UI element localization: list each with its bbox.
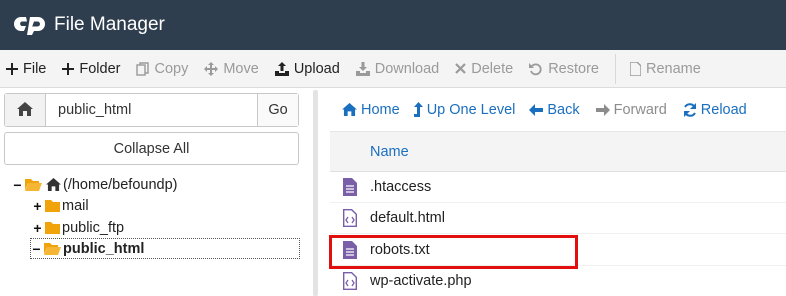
forward-button[interactable]: Forward — [595, 102, 667, 118]
folder-icon — [45, 199, 60, 212]
pane-splitter[interactable] — [308, 88, 322, 296]
app-title: File Manager — [54, 14, 165, 35]
level-up-icon — [413, 102, 423, 117]
directory-tree-pane: Go Collapse All − (/home/befoundp) + mai… — [0, 88, 308, 296]
expand-toggle-icon[interactable]: + — [32, 220, 43, 236]
toolbar-divider — [614, 53, 616, 84]
file-list-header: Name — [330, 132, 786, 172]
navigation-bar: Home Up One Level Back Forward Reload — [330, 88, 786, 132]
reload-button[interactable]: Reload — [683, 102, 747, 118]
arrow-right-icon — [595, 103, 610, 116]
tree-root[interactable]: − (/home/befoundp) — [12, 174, 177, 195]
home-icon — [46, 178, 61, 191]
collapse-all-button[interactable]: Collapse All — [4, 132, 299, 165]
download-button[interactable]: Download — [348, 50, 448, 88]
back-button[interactable]: Back — [529, 102, 580, 118]
tree-item-public-ftp[interactable]: + public_ftp — [32, 217, 124, 238]
collapse-toggle-icon[interactable]: − — [12, 177, 23, 193]
arrow-left-icon — [529, 103, 544, 116]
nav-home-button[interactable]: Home — [342, 102, 400, 118]
toolbar: File Folder Copy Move Upload Download De… — [0, 50, 786, 88]
rename-button[interactable]: Rename — [622, 50, 709, 88]
download-icon — [355, 61, 370, 76]
upload-button[interactable]: Upload — [267, 50, 348, 88]
restore-button[interactable]: Restore — [521, 50, 607, 88]
folder-open-icon — [44, 242, 61, 255]
refresh-icon — [683, 102, 697, 117]
title-bar: File Manager — [0, 0, 786, 50]
rename-file-icon — [629, 61, 641, 76]
new-folder-button[interactable]: Folder — [54, 50, 128, 88]
collapse-toggle-icon[interactable]: − — [31, 241, 42, 257]
highlight-box — [329, 235, 578, 269]
text-file-icon — [330, 178, 370, 196]
code-file-icon — [330, 209, 370, 227]
tree-item-mail[interactable]: + mail — [32, 195, 88, 216]
folder-icon — [45, 221, 60, 234]
upload-icon — [274, 61, 289, 76]
expand-toggle-icon[interactable]: + — [32, 198, 43, 214]
undo-icon — [529, 62, 543, 76]
path-input[interactable] — [46, 94, 257, 126]
home-icon — [342, 103, 357, 116]
code-file-icon — [330, 272, 370, 290]
x-icon — [455, 63, 467, 74]
up-one-level-button[interactable]: Up One Level — [413, 102, 515, 118]
new-file-button[interactable]: File — [0, 50, 54, 88]
home-icon — [17, 101, 33, 119]
folder-open-icon — [25, 178, 42, 191]
move-arrows-icon — [204, 61, 219, 76]
path-bar: Go — [4, 93, 299, 127]
home-directory-button[interactable] — [5, 94, 46, 126]
file-row-wp-activate-php[interactable]: wp-activate.php — [330, 266, 786, 296]
delete-button[interactable]: Delete — [447, 50, 521, 88]
copy-button[interactable]: Copy — [128, 50, 196, 88]
plus-icon — [62, 62, 75, 75]
move-button[interactable]: Move — [196, 50, 266, 88]
file-row-htaccess[interactable]: .htaccess — [330, 172, 786, 203]
tree-item-public-html[interactable]: − public_html — [30, 238, 300, 259]
file-row-default-html[interactable]: default.html — [330, 203, 786, 234]
cpanel-logo-icon — [14, 13, 48, 37]
splitter-handle[interactable] — [313, 90, 318, 296]
name-column-header[interactable]: Name — [370, 144, 409, 160]
copy-icon — [136, 61, 150, 76]
plus-icon — [6, 62, 18, 75]
go-button[interactable]: Go — [257, 94, 298, 126]
